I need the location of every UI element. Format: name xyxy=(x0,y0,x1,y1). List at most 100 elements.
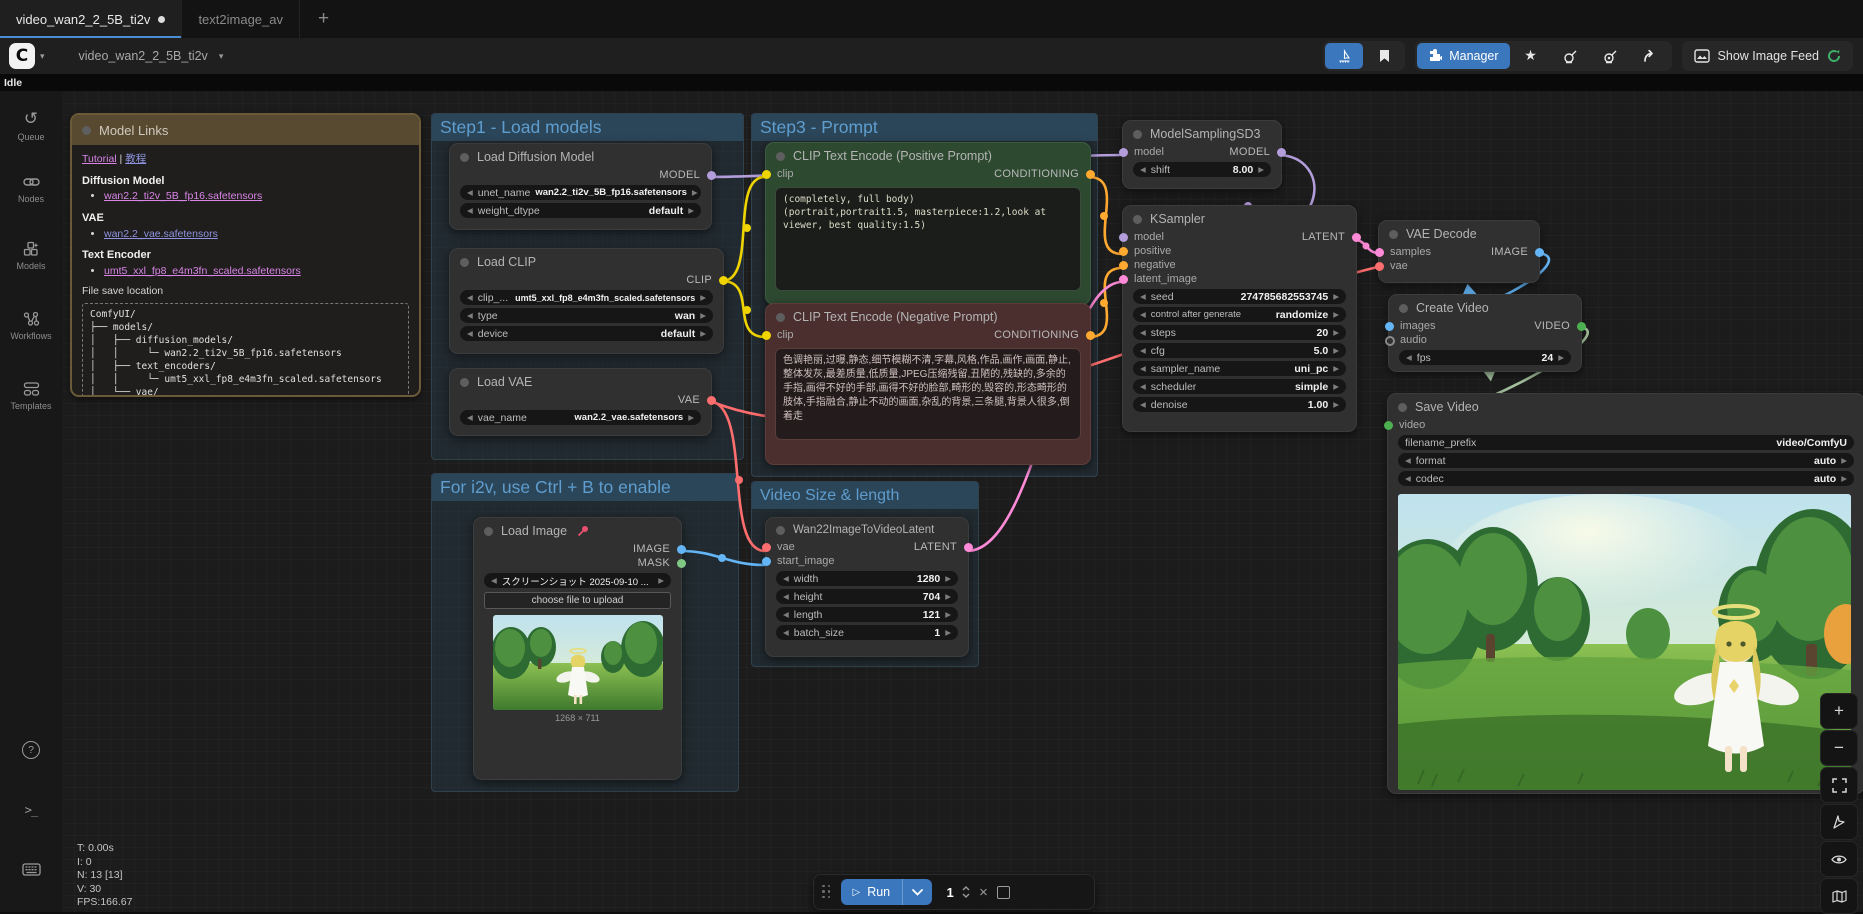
zoom-out-button[interactable]: − xyxy=(1820,730,1858,766)
diffusion-model-link[interactable]: wan2.2_ti2v_5B_fp16.safetensors xyxy=(104,190,262,202)
output-slot-vae[interactable] xyxy=(707,396,716,405)
positive-prompt-text[interactable]: (completely, full body) (portrait,portra… xyxy=(775,187,1081,291)
input-slot-model[interactable] xyxy=(1119,233,1128,242)
stepper-right-icon[interactable]: ▶ xyxy=(1333,310,1339,319)
stepper-left-icon[interactable]: ◀ xyxy=(1140,346,1146,355)
show-image-feed-button[interactable]: Show Image Feed xyxy=(1682,41,1853,71)
stepper-right-icon[interactable]: ▶ xyxy=(1333,346,1339,355)
input-slot-vae[interactable] xyxy=(762,543,771,552)
widget-fps[interactable]: ◀ fps 24 ▶ xyxy=(1399,350,1571,365)
node-ksampler[interactable]: KSampler model LATENT positive negative … xyxy=(1122,205,1357,432)
stepper-left-icon[interactable]: ◀ xyxy=(1140,328,1146,337)
stepper-left-icon[interactable]: ◀ xyxy=(1406,353,1412,362)
negative-prompt-text[interactable]: 色调艳丽,过曝,静态,细节模糊不清,字幕,风格,作品,画作,画面,静止,整体发灰… xyxy=(775,348,1081,440)
stepper-left-icon[interactable]: ◀ xyxy=(467,329,473,338)
widget-weight-dtype[interactable]: ◀ weight_dtype default ▶ xyxy=(460,203,701,218)
sidebar-item-queue[interactable]: ↺ Queue xyxy=(0,111,62,142)
collapse-dot-icon[interactable] xyxy=(460,258,469,267)
tab-video-wan[interactable]: video_wan2_2_5B_ti2v xyxy=(0,0,182,38)
stepper-right-icon[interactable]: ▶ xyxy=(1333,382,1339,391)
note-node-model-links[interactable]: Model Links Tutorial | 教程 Diffusion Mode… xyxy=(70,113,421,397)
stepper-left-icon[interactable]: ◀ xyxy=(1140,364,1146,373)
stepper-left-icon[interactable]: ◀ xyxy=(783,574,789,583)
stepper-left-icon[interactable]: ◀ xyxy=(1140,292,1146,301)
sidebar-item-workflows[interactable]: Workflows xyxy=(0,311,62,341)
stepper-right-icon[interactable]: ▶ xyxy=(945,628,951,637)
tutorial-link[interactable]: Tutorial xyxy=(82,153,117,165)
stepper-left-icon[interactable]: ◀ xyxy=(491,576,497,585)
widget-unet-name[interactable]: ◀ unet_name wan2.2_ti2v_5B_fp16.safetens… xyxy=(460,185,701,200)
input-slot-model[interactable] xyxy=(1119,148,1128,157)
collapse-dot-icon[interactable] xyxy=(1399,304,1408,313)
output-slot-conditioning[interactable] xyxy=(1086,331,1095,340)
node-save-video[interactable]: Save Video video filename_prefix video/C… xyxy=(1387,393,1863,794)
stepper-right-icon[interactable]: ▶ xyxy=(1258,165,1264,174)
group-i2v-title[interactable]: For i2v, use Ctrl + B to enable xyxy=(432,474,738,501)
bookmark-button[interactable] xyxy=(1365,43,1403,69)
run-button[interactable]: ▷ Run xyxy=(841,879,933,905)
input-slot-latent-image[interactable] xyxy=(1119,275,1128,284)
stepper-left-icon[interactable]: ◀ xyxy=(467,293,473,302)
tab-text2image[interactable]: text2image_av xyxy=(182,0,300,38)
collapse-dot-icon[interactable] xyxy=(484,527,493,536)
widget-length[interactable]: ◀ length 121 ▶ xyxy=(776,607,958,622)
node-load-diffusion-model[interactable]: Load Diffusion Model MODEL ◀ unet_name w… xyxy=(449,143,712,230)
widget-width[interactable]: ◀ width 1280 ▶ xyxy=(776,571,958,586)
stepper-left-icon[interactable]: ◀ xyxy=(783,610,789,619)
input-slot-vae[interactable] xyxy=(1375,262,1384,271)
stepper-left-icon[interactable]: ◀ xyxy=(783,628,789,637)
collapse-dot-icon[interactable] xyxy=(1133,215,1142,224)
collapse-dot-icon[interactable] xyxy=(460,378,469,387)
collapse-dot-icon[interactable] xyxy=(460,153,469,162)
collapse-dot-icon[interactable] xyxy=(1389,230,1398,239)
input-slot-positive[interactable] xyxy=(1119,247,1128,256)
stepper-left-icon[interactable]: ◀ xyxy=(467,311,473,320)
clear-queue-button[interactable]: × xyxy=(979,884,988,901)
stepper-right-icon[interactable]: ▶ xyxy=(945,574,951,583)
vae-link[interactable]: wan2.2_vae.safetensors xyxy=(104,228,218,240)
shortcuts-button[interactable] xyxy=(0,863,62,876)
batch-count-stepper[interactable]: 1 xyxy=(941,885,970,900)
output-slot-video[interactable] xyxy=(1577,322,1586,331)
group-step1-title[interactable]: Step1 - Load models xyxy=(432,114,743,141)
node-model-sampling-sd3[interactable]: ModelSamplingSD3 model MODEL ◀ shift 8.0… xyxy=(1122,120,1282,189)
new-tab-button[interactable]: + xyxy=(300,0,347,38)
workflow-name-dropdown[interactable]: video_wan2_2_5B_ti2v ▾ xyxy=(79,49,224,63)
input-slot-clip[interactable] xyxy=(762,331,771,340)
widget-format[interactable]: ◀ format auto ▶ xyxy=(1398,453,1854,468)
stepper-left-icon[interactable]: ◀ xyxy=(1405,456,1411,465)
widget-cfg[interactable]: ◀ cfg 5.0 ▶ xyxy=(1133,343,1346,358)
stepper-right-icon[interactable]: ▶ xyxy=(688,206,694,215)
widget-clip-name[interactable]: ◀ clip_... umt5_xxl_fp8_e4m3fn_scaled.sa… xyxy=(460,290,713,305)
sidebar-item-templates[interactable]: Templates xyxy=(0,381,62,411)
collapse-dot-icon[interactable] xyxy=(776,152,785,161)
widget-seed[interactable]: ◀ seed 274785682553745 ▶ xyxy=(1133,289,1346,304)
node-load-image[interactable]: Load Image IMAGE MASK ◀ スクリーンショット 2025-0… xyxy=(473,517,682,780)
widget-batch-size[interactable]: ◀ batch_size 1 ▶ xyxy=(776,625,958,640)
stepper-right-icon[interactable]: ▶ xyxy=(688,413,694,422)
star-button[interactable]: ★ xyxy=(1512,43,1550,69)
node-clip-text-encode-negative[interactable]: CLIP Text Encode (Negative Prompt) clip … xyxy=(765,303,1091,465)
stepper-right-icon[interactable]: ▶ xyxy=(1333,292,1339,301)
input-slot-audio[interactable] xyxy=(1385,336,1395,346)
share-button[interactable] xyxy=(1632,43,1670,69)
widget-shift[interactable]: ◀ shift 8.00 ▶ xyxy=(1133,162,1271,177)
stepper-right-icon[interactable]: ▶ xyxy=(700,311,706,320)
input-slot-clip[interactable] xyxy=(762,170,771,179)
terminal-button[interactable]: >_ xyxy=(0,803,62,817)
widget-scheduler[interactable]: ◀ scheduler simple ▶ xyxy=(1133,379,1346,394)
stepper-right-icon[interactable]: ▶ xyxy=(1558,353,1564,362)
graph-view-button[interactable] xyxy=(1325,43,1363,69)
stepper-right-icon[interactable]: ▶ xyxy=(658,576,664,585)
upload-button[interactable]: choose file to upload xyxy=(484,592,671,609)
input-slot-negative[interactable] xyxy=(1119,261,1128,270)
stepper-left-icon[interactable]: ◀ xyxy=(467,206,473,215)
tutorial-zh-link[interactable]: 教程 xyxy=(125,153,146,165)
collapse-dot-icon[interactable] xyxy=(1398,403,1407,412)
node-load-vae[interactable]: Load VAE VAE ◀ vae_name wan2.2_vae.safet… xyxy=(449,368,712,436)
widget-control-after-generate[interactable]: ◀ control after generate randomize ▶ xyxy=(1133,307,1346,322)
stepper-right-icon[interactable]: ▶ xyxy=(1333,328,1339,337)
widget-sampler-name[interactable]: ◀ sampler_name uni_pc ▶ xyxy=(1133,361,1346,376)
widget-image-file[interactable]: ◀ スクリーンショット 2025-09-10 ... ▶ xyxy=(484,573,671,588)
input-slot-images[interactable] xyxy=(1385,322,1394,331)
